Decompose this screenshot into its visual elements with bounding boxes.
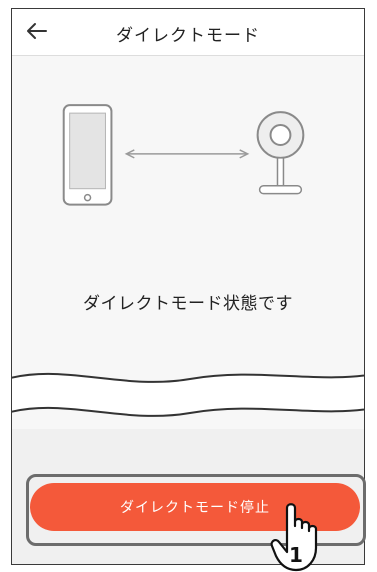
- step-number: 1: [289, 543, 303, 567]
- pointing-hand-icon: 1: [270, 503, 318, 572]
- connection-illustration: [62, 104, 305, 206]
- double-arrow-icon: [124, 149, 250, 159]
- app-header: ダイレクトモード: [12, 9, 364, 56]
- page-title: ダイレクトモード: [116, 26, 260, 46]
- camera-icon: [256, 111, 305, 195]
- section-break-wave: [12, 372, 364, 417]
- status-text: ダイレクトモード状態です: [83, 294, 293, 314]
- smartphone-icon: [62, 104, 113, 206]
